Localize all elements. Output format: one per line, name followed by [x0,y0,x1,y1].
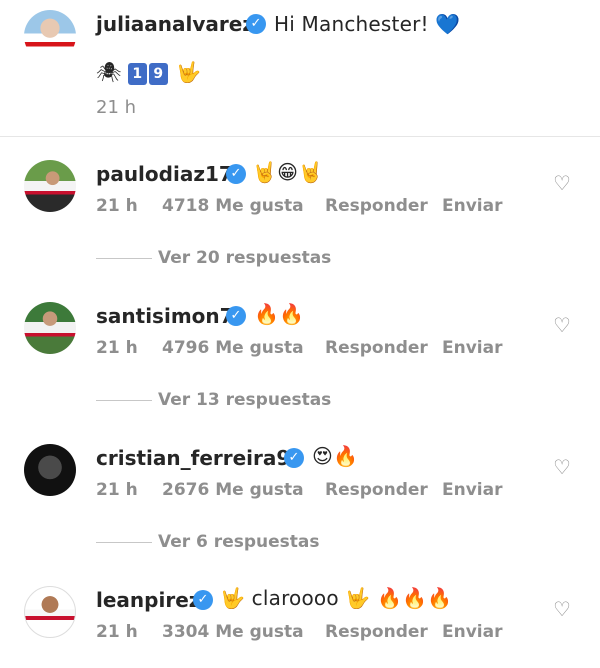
like-count[interactable]: 4796 Me gusta [162,338,304,358]
heart-outline-icon[interactable]: ♡ [551,172,573,194]
comment-username[interactable]: paulodiaz17 [96,162,233,186]
post-emoji-line: 🕷 19 🤟 [96,60,201,85]
heart-outline-icon[interactable]: ♡ [551,314,573,336]
spider-emoji: 🕷 [96,60,122,84]
reply-button[interactable]: Responder [325,196,428,216]
like-count[interactable]: 4718 Me gusta [162,196,304,216]
like-count[interactable]: 3304 Me gusta [162,622,304,642]
replies-divider [96,258,152,259]
comment-username[interactable]: cristian_ferreira99 [96,446,304,470]
replies-divider [96,400,152,401]
post-username[interactable]: juliaanalvarez [96,12,254,36]
replies-divider [96,542,152,543]
verified-badge-icon: ✓ [193,590,213,610]
reply-button[interactable]: Responder [325,622,428,642]
comment-time: 21 h [96,480,138,500]
post-time: 21 h [96,97,137,118]
original-post: juliaanalvarez ✓ Hi Manchester! 💙 🕷 19 🤟… [0,0,600,137]
comment-text: 🤟 claroooo 🤟 🔥🔥🔥 [220,586,453,610]
post-caption: Hi Manchester! 💙 [274,12,461,36]
heart-outline-icon[interactable]: ♡ [551,456,573,478]
divider [0,136,600,137]
comment-text: 🔥🔥 [254,302,305,326]
verified-badge-icon: ✓ [284,448,304,468]
heart-outline-icon[interactable]: ♡ [551,598,573,620]
view-replies-link[interactable]: Ver 13 respuestas [158,390,331,410]
comment-time: 21 h [96,196,138,216]
send-button[interactable]: Enviar [442,338,502,358]
send-button[interactable]: Enviar [442,622,502,642]
verified-badge-icon: ✓ [246,14,266,34]
reply-button[interactable]: Responder [325,338,428,358]
number-badge: 1 [127,62,147,85]
avatar[interactable] [24,160,76,212]
reply-button[interactable]: Responder [325,480,428,500]
comment-time: 21 h [96,338,138,358]
like-count[interactable]: 2676 Me gusta [162,480,304,500]
verified-badge-icon: ✓ [226,306,246,326]
send-button[interactable]: Enviar [442,196,502,216]
avatar[interactable] [24,302,76,354]
avatar[interactable] [24,586,76,638]
avatar[interactable] [24,10,76,62]
comment-text: 🤘😁🤘 [252,160,324,184]
comment-time: 21 h [96,622,138,642]
number-badge: 9 [148,62,168,85]
rock-hand-emoji: 🤟 [176,60,202,84]
avatar[interactable] [24,444,76,496]
view-replies-link[interactable]: Ver 20 respuestas [158,248,331,268]
view-replies-link[interactable]: Ver 6 respuestas [158,532,319,552]
comment-username[interactable]: leanpirez [96,588,200,612]
verified-badge-icon: ✓ [226,164,246,184]
send-button[interactable]: Enviar [442,480,502,500]
comment-text: 😍🔥 [312,444,359,468]
comment-username[interactable]: santisimon7 [96,304,234,328]
